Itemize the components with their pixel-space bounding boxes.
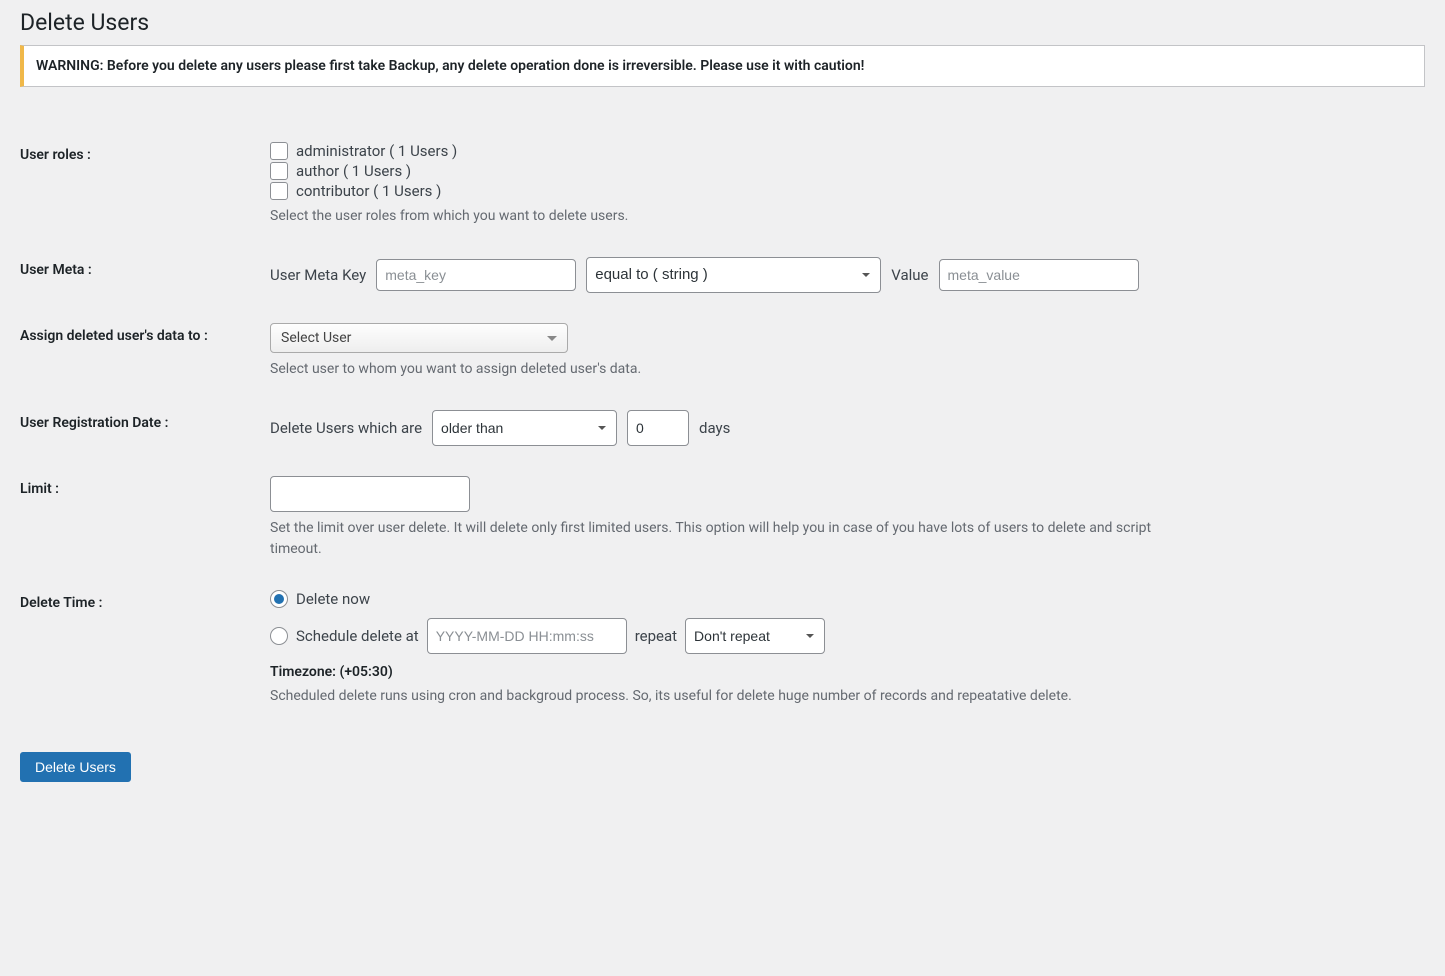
role-contributor-label: contributor ( 1 Users ) xyxy=(296,182,441,200)
reg-date-suffix: days xyxy=(699,419,730,437)
delete-now-radio[interactable] xyxy=(270,590,288,608)
user-roles-description: Select the user roles from which you wan… xyxy=(270,206,1415,227)
repeat-select[interactable]: Don't repeat xyxy=(685,618,825,654)
meta-operator-select[interactable]: equal to ( string ) xyxy=(586,257,881,293)
page-title: Delete Users xyxy=(20,0,1425,40)
role-administrator-checkbox[interactable] xyxy=(270,142,288,160)
warning-notice: WARNING: Before you delete any users ple… xyxy=(20,45,1425,87)
role-contributor-checkbox[interactable] xyxy=(270,182,288,200)
reg-date-label: User Registration Date : xyxy=(20,395,270,461)
schedule-datetime-input[interactable] xyxy=(427,618,627,654)
schedule-description: Scheduled delete runs using cron and bac… xyxy=(270,686,1140,707)
user-meta-label: User Meta : xyxy=(20,242,270,308)
role-author-label: author ( 1 Users ) xyxy=(296,162,411,180)
schedule-radio[interactable] xyxy=(270,627,288,645)
reg-date-compare-select[interactable]: older than xyxy=(432,410,617,446)
assign-user-text: Select User xyxy=(281,330,351,346)
assign-description: Select user to whom you want to assign d… xyxy=(270,359,1415,380)
assign-label: Assign deleted user's data to : xyxy=(20,308,270,395)
timezone-text: Timezone: (+05:30) xyxy=(270,664,1415,680)
schedule-label: Schedule delete at xyxy=(296,627,419,645)
limit-label: Limit : xyxy=(20,461,270,575)
role-author-checkbox[interactable] xyxy=(270,162,288,180)
repeat-label: repeat xyxy=(635,627,677,645)
assign-user-select[interactable]: Select User xyxy=(270,323,568,353)
user-roles-label: User roles : xyxy=(20,127,270,242)
limit-description: Set the limit over user delete. It will … xyxy=(270,518,1160,560)
delete-time-label: Delete Time : xyxy=(20,575,270,722)
meta-value-input[interactable] xyxy=(939,259,1139,291)
role-administrator-label: administrator ( 1 Users ) xyxy=(296,142,457,160)
reg-date-days-input[interactable] xyxy=(627,410,689,446)
settings-form: User roles : administrator ( 1 Users ) a… xyxy=(20,127,1425,722)
chevron-down-icon xyxy=(547,336,557,341)
delete-users-button[interactable]: Delete Users xyxy=(20,752,131,782)
reg-date-prefix: Delete Users which are xyxy=(270,419,422,437)
meta-key-label: User Meta Key xyxy=(270,266,366,284)
meta-value-label: Value xyxy=(891,266,928,284)
meta-key-input[interactable] xyxy=(376,259,576,291)
warning-text: WARNING: Before you delete any users ple… xyxy=(36,58,864,74)
delete-now-label: Delete now xyxy=(296,590,370,608)
limit-input[interactable] xyxy=(270,476,470,512)
